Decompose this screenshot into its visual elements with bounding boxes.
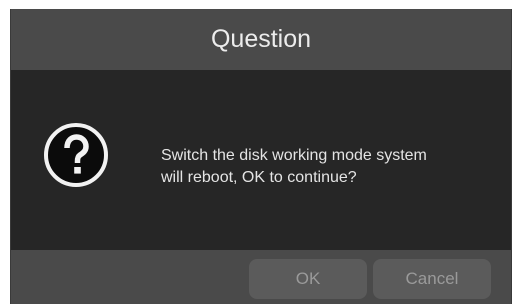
dialog-titlebar: Question	[11, 9, 511, 70]
message-line-2: will reboot, OK to continue?	[161, 169, 357, 186]
dialog-body: Switch the disk working mode system will…	[11, 70, 511, 250]
message-line-1: Switch the disk working mode system	[161, 147, 427, 164]
dialog-footer: OK Cancel	[11, 250, 511, 304]
ok-button[interactable]: OK	[249, 259, 367, 299]
dialog-title: Question	[210, 25, 312, 53]
question-icon	[44, 123, 108, 187]
question-dialog: Question Switch the disk working mode sy…	[10, 9, 512, 304]
dialog-message: Switch the disk working mode system will…	[161, 145, 501, 189]
cancel-button[interactable]: Cancel	[373, 259, 491, 299]
